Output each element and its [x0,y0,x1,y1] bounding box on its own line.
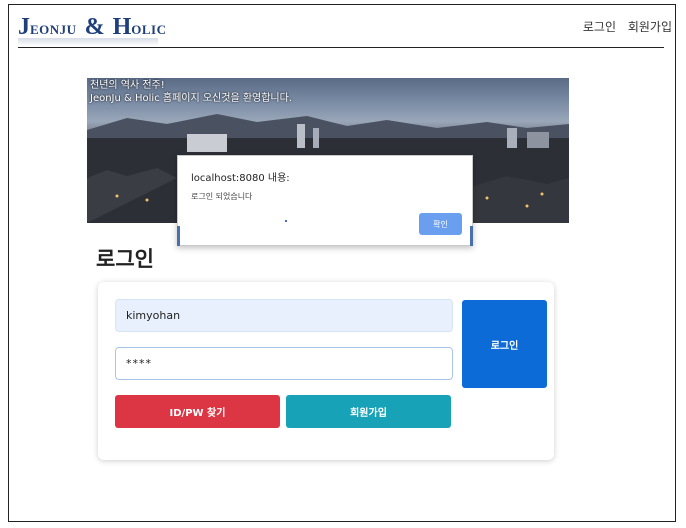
banner-text: 천년의 역사 전주! JeonJu & Holic 홈페이지 오신것을 환영합니… [90,79,292,105]
logo-reflection [18,38,158,46]
login-button[interactable]: 로그인 [462,300,547,388]
signup-button[interactable]: 회원가입 [286,395,451,428]
page-title: 로그인 [96,247,154,271]
logo-text-eonju: EONJU [30,22,77,37]
nav-login-link[interactable]: 로그인 [583,20,616,34]
dialog-confirm-button[interactable]: 확인 [419,213,462,235]
nav-signup-link[interactable]: 회원가입 [628,20,672,34]
dialog-message: 로그인 되었습니다 [191,192,253,201]
dialog-title: localhost:8080 내용: [191,173,290,184]
password-input[interactable] [115,347,453,380]
find-id-pw-button[interactable]: ID/PW 찾기 [115,395,280,428]
banner-line-2: JeonJu & Holic 홈페이지 오신것을 환영합니다. [90,93,293,104]
dialog-edge-left [177,226,180,246]
dialog-edge-right [470,226,473,246]
dialog-cursor-dot [285,220,287,222]
header-divider [18,47,664,48]
logo-text-olic: OLIC [131,22,167,37]
banner-line-1: 천년의 역사 전주! [90,80,165,91]
logo-initial-j: J [18,14,30,40]
top-nav: 로그인 회원가입 [575,18,672,35]
user-id-input[interactable] [115,299,453,332]
logo-initial-h: H [112,14,132,40]
logo-ampersand: & [84,14,105,40]
alert-dialog: localhost:8080 내용: 로그인 되었습니다 확인 [177,155,473,246]
login-card: 로그인 ID/PW 찾기 회원가입 [98,282,554,460]
